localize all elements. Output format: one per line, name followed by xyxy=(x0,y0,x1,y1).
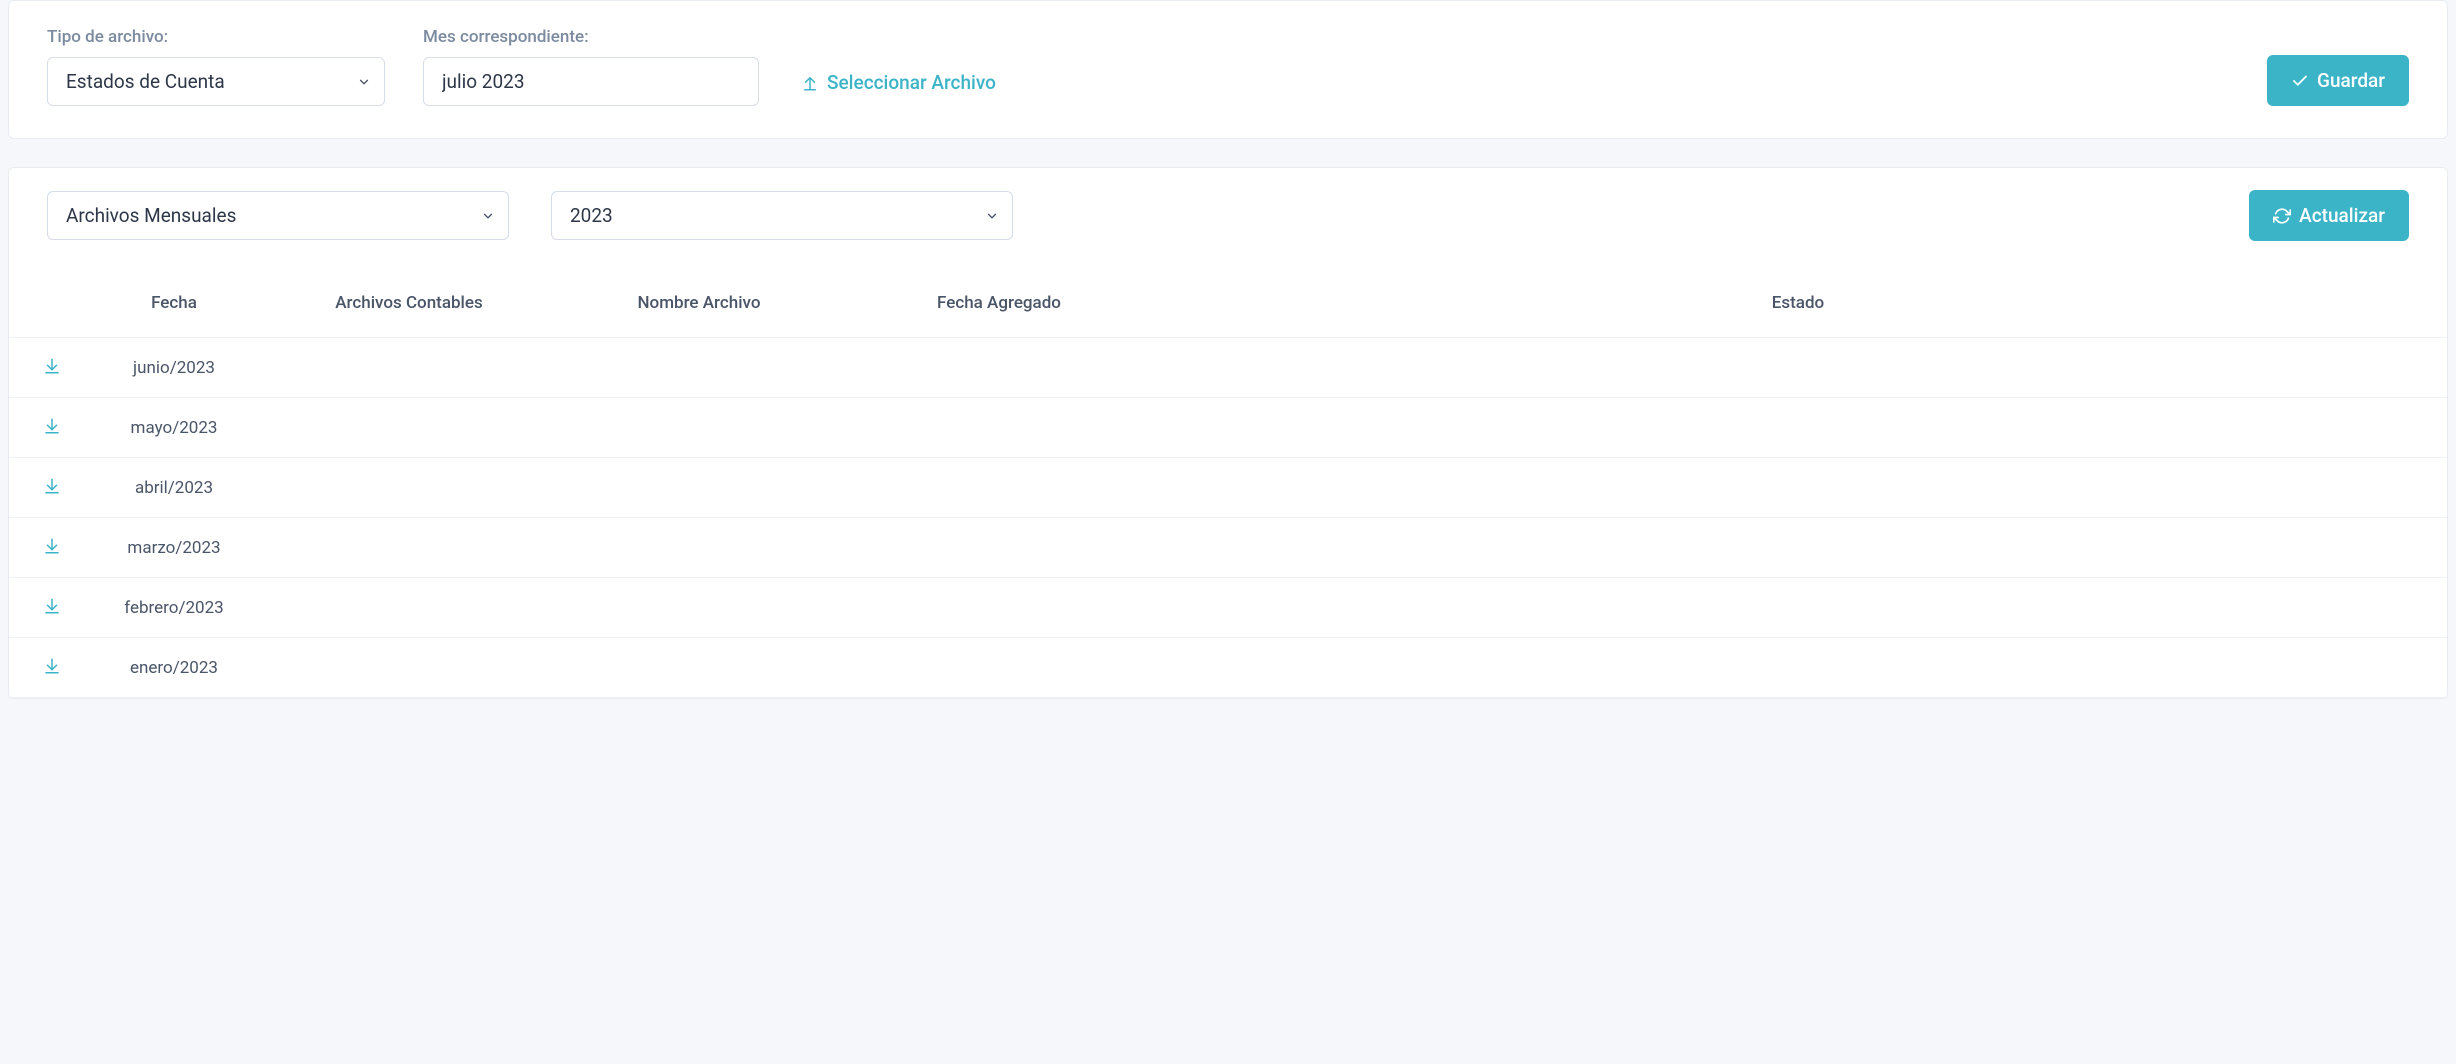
tipo-select[interactable]: Estados de Cuenta xyxy=(47,57,385,106)
cell-download xyxy=(9,458,79,518)
cell-nombre xyxy=(549,518,849,578)
download-button[interactable] xyxy=(41,415,63,437)
table-row: marzo/2023 xyxy=(9,518,2447,578)
files-table: Fecha Archivos Contables Nombre Archivo … xyxy=(9,277,2447,698)
download-icon xyxy=(43,537,61,555)
cell-agregado xyxy=(849,338,1149,398)
cell-download xyxy=(9,518,79,578)
cell-contables xyxy=(269,398,549,458)
tipo-label: Tipo de archivo: xyxy=(47,27,385,47)
cell-estado xyxy=(1149,398,2447,458)
cell-estado xyxy=(1149,578,2447,638)
refresh-button[interactable]: Actualizar xyxy=(2249,190,2409,241)
cell-fecha: febrero/2023 xyxy=(79,578,269,638)
category-select-wrap: Archivos Mensuales xyxy=(47,191,509,240)
download-button[interactable] xyxy=(41,595,63,617)
upload-panel: Tipo de archivo: Estados de Cuenta Mes c… xyxy=(8,0,2448,139)
col-nombre: Nombre Archivo xyxy=(549,277,849,338)
table-head: Fecha Archivos Contables Nombre Archivo … xyxy=(9,277,2447,338)
cell-agregado xyxy=(849,458,1149,518)
select-file-button[interactable]: Seleccionar Archivo xyxy=(797,59,1000,106)
col-agregado: Fecha Agregado xyxy=(849,277,1149,338)
cell-fecha: enero/2023 xyxy=(79,638,269,698)
download-button[interactable] xyxy=(41,655,63,677)
cell-contables xyxy=(269,518,549,578)
cell-nombre xyxy=(549,458,849,518)
cell-estado xyxy=(1149,518,2447,578)
select-file-label: Seleccionar Archivo xyxy=(827,71,996,94)
col-fecha: Fecha xyxy=(79,277,269,338)
cell-fecha: abril/2023 xyxy=(79,458,269,518)
download-icon xyxy=(43,597,61,615)
cell-fecha: mayo/2023 xyxy=(79,398,269,458)
year-select-wrap: 2023 xyxy=(551,191,1013,240)
upload-icon xyxy=(801,74,819,92)
cell-contables xyxy=(269,458,549,518)
cell-contables xyxy=(269,578,549,638)
tipo-select-wrap: Estados de Cuenta xyxy=(47,57,385,106)
cell-agregado xyxy=(849,638,1149,698)
mes-input[interactable] xyxy=(423,57,759,106)
table-body: junio/2023mayo/2023abril/2023marzo/2023f… xyxy=(9,338,2447,698)
cell-contables xyxy=(269,338,549,398)
save-label: Guardar xyxy=(2317,69,2385,92)
mes-label: Mes correspondiente: xyxy=(423,27,759,47)
cell-estado xyxy=(1149,338,2447,398)
cell-nombre xyxy=(549,398,849,458)
col-estado: Estado xyxy=(1149,277,2447,338)
check-icon xyxy=(2291,72,2309,90)
refresh-icon xyxy=(2273,207,2291,225)
download-icon xyxy=(43,357,61,375)
cell-agregado xyxy=(849,578,1149,638)
year-select[interactable]: 2023 xyxy=(551,191,1013,240)
cell-download xyxy=(9,578,79,638)
cell-agregado xyxy=(849,398,1149,458)
save-button[interactable]: Guardar xyxy=(2267,55,2409,106)
col-contables: Archivos Contables xyxy=(269,277,549,338)
cell-download xyxy=(9,638,79,698)
download-button[interactable] xyxy=(41,475,63,497)
files-panel: Archivos Mensuales 2023 Actualizar xyxy=(8,167,2448,699)
cell-agregado xyxy=(849,518,1149,578)
table-row: enero/2023 xyxy=(9,638,2447,698)
download-icon xyxy=(43,657,61,675)
cell-estado xyxy=(1149,638,2447,698)
table-row: junio/2023 xyxy=(9,338,2447,398)
cell-fecha: junio/2023 xyxy=(79,338,269,398)
table-row: mayo/2023 xyxy=(9,398,2447,458)
mes-field-group: Mes correspondiente: xyxy=(423,27,759,106)
cell-contables xyxy=(269,638,549,698)
cell-nombre xyxy=(549,338,849,398)
col-download xyxy=(9,277,79,338)
cell-nombre xyxy=(549,638,849,698)
cell-estado xyxy=(1149,458,2447,518)
cell-fecha: marzo/2023 xyxy=(79,518,269,578)
filter-row: Archivos Mensuales 2023 Actualizar xyxy=(9,168,2447,251)
table-row: abril/2023 xyxy=(9,458,2447,518)
download-icon xyxy=(43,477,61,495)
table-row: febrero/2023 xyxy=(9,578,2447,638)
download-button[interactable] xyxy=(41,355,63,377)
tipo-field-group: Tipo de archivo: Estados de Cuenta xyxy=(47,27,385,106)
cell-download xyxy=(9,398,79,458)
cell-nombre xyxy=(549,578,849,638)
category-select[interactable]: Archivos Mensuales xyxy=(47,191,509,240)
cell-download xyxy=(9,338,79,398)
download-icon xyxy=(43,417,61,435)
download-button[interactable] xyxy=(41,535,63,557)
refresh-label: Actualizar xyxy=(2299,204,2385,227)
